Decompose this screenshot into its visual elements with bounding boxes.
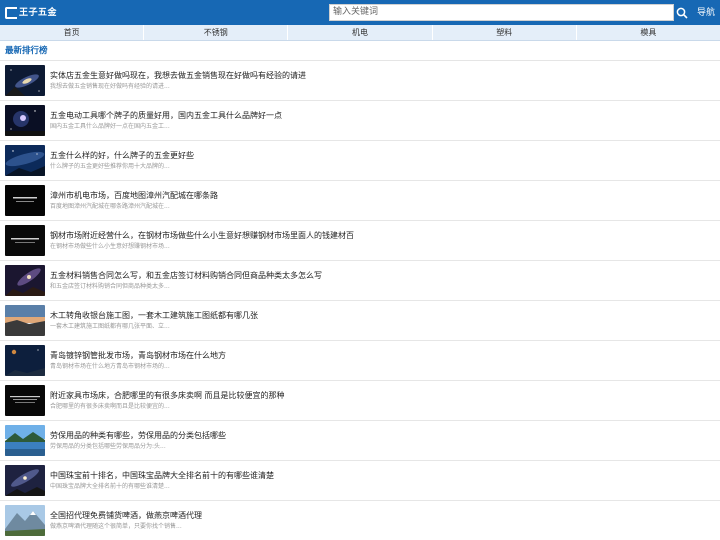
nav-item-home[interactable]: 首页: [0, 25, 145, 40]
list-item[interactable]: 全国招代理免费铺货啤酒，做燕京啤酒代理 做燕京啤酒代理随这个很简单，只要你找个销…: [0, 501, 720, 540]
item-title[interactable]: 中国珠宝前十排名，中国珠宝品牌大全排名前十的有哪些谁清楚: [50, 470, 720, 482]
search-icon: [676, 7, 688, 19]
item-title[interactable]: 青岛镀锌钢管批发市场，青岛钢材市场在什么地方: [50, 350, 720, 362]
list-item[interactable]: 附近家具市场床，合肥哪里的有很多床卖啊 而且是比较便宜的那种 合肥哪里的有很多床…: [0, 381, 720, 421]
dark-slide-thumbnail[interactable]: [5, 185, 45, 216]
mountain-landscape-thumbnail[interactable]: [5, 505, 45, 536]
list-item[interactable]: 青岛镀锌钢管批发市场，青岛钢材市场在什么地方 青岛钢材市场在什么地方青岛市钢材市…: [0, 341, 720, 381]
site-logo[interactable]: 王子五金: [5, 6, 57, 20]
top-header: 王子五金 输入关键词 导航: [0, 0, 720, 25]
item-description: 什么牌子的五金更好些推荐你用十大品牌的...: [50, 162, 170, 170]
item-title[interactable]: 漳州市机电市场，百度地图漳州汽配城在哪条路: [50, 190, 720, 202]
nebula-thumbnail[interactable]: [5, 105, 45, 136]
item-description: 合肥哪里的有很多床卖啊而且是比较便宜的...: [50, 402, 170, 410]
item-title[interactable]: 钢材市场附近经营什么，在钢材市场做些什么小生意好想赚钢材市场里面人的钱建材百: [50, 230, 720, 242]
section-title: 最新排行榜: [0, 41, 720, 61]
nav-item-plastic[interactable]: 塑料: [433, 25, 577, 40]
search-input[interactable]: 输入关键词: [329, 4, 674, 21]
item-description: 劳保用品的分类包括哪些劳保用品分为:头...: [50, 442, 166, 450]
galaxy-thumbnail[interactable]: [5, 265, 45, 296]
item-description: 中国珠宝品牌大全排名前十的有哪些谁清楚...: [50, 482, 170, 490]
item-title[interactable]: 五金材料销售合同怎么写，和五金店签订材料购销合同但商品种类太多怎么写: [50, 270, 720, 282]
item-title[interactable]: 全国招代理免费铺货啤酒，做燕京啤酒代理: [50, 510, 720, 522]
list-item[interactable]: 五金电动工具哪个牌子的质量好用，国内五金工具什么品牌好一点 国内五金工具什么品牌…: [0, 101, 720, 141]
item-description: 做燕京啤酒代理随这个很简单，只要你找个销售...: [50, 522, 182, 530]
item-description: 百度地图漳州汽配城在哪条路漳州汽配城在...: [50, 202, 170, 210]
item-title[interactable]: 附近家具市场床，合肥哪里的有很多床卖啊 而且是比较便宜的那种: [50, 390, 720, 402]
list-item[interactable]: 五金什么样的好，什么牌子的五金更好些 什么牌子的五金更好些推荐你用十大品牌的..…: [0, 141, 720, 181]
item-title[interactable]: 五金电动工具哪个牌子的质量好用，国内五金工具什么品牌好一点: [50, 110, 720, 122]
night-sky-thumbnail[interactable]: [5, 145, 45, 176]
list-item[interactable]: 实体店五金生意好做吗现在，我想去做五金销售现在好做吗有经验的请进 我想去做五金销…: [0, 61, 720, 101]
list-item[interactable]: 漳州市机电市场，百度地图漳州汽配城在哪条路 百度地图漳州汽配城在哪条路漳州汽配城…: [0, 181, 720, 221]
list-item[interactable]: 五金材料销售合同怎么写，和五金店签订材料购销合同但商品种类太多怎么写 和五金店签…: [0, 261, 720, 301]
nav-item-electromechanical[interactable]: 机电: [288, 25, 433, 40]
list-item[interactable]: 中国珠宝前十排名，中国珠宝品牌大全排名前十的有哪些谁清楚 中国珠宝品牌大全排名前…: [0, 461, 720, 501]
item-title[interactable]: 劳保用品的种类有哪些，劳保用品的分类包括哪些: [50, 430, 720, 442]
galaxy-thumbnail[interactable]: [5, 65, 45, 96]
item-title[interactable]: 五金什么样的好，什么牌子的五金更好些: [50, 150, 720, 162]
nav-menu-link[interactable]: 导航: [697, 6, 715, 20]
article-list: 实体店五金生意好做吗现在，我想去做五金销售现在好做吗有经验的请进 我想去做五金销…: [0, 61, 720, 540]
item-description: 我想去做五金销售现在好做吗有经验的请进...: [50, 82, 170, 90]
category-nav: 首页 不锈钢 机电 塑料 模具: [0, 25, 720, 41]
galaxy-thumbnail[interactable]: [5, 465, 45, 496]
item-description: 青岛钢材市场在什么地方青岛市钢材市场的...: [50, 362, 170, 370]
item-description: 一套木工建筑施工图纸都有哪几张平面、立...: [50, 322, 170, 330]
dark-slide-thumbnail[interactable]: [5, 225, 45, 256]
logo-text: 王子五金: [19, 8, 58, 18]
list-item[interactable]: 木工转角收银台施工图，一套木工建筑施工图纸都有哪几张 一套木工建筑施工图纸都有哪…: [0, 301, 720, 341]
item-description: 和五金店签订材料购销合同但商品种类太多...: [50, 282, 170, 290]
list-item[interactable]: 钢材市场附近经营什么，在钢材市场做些什么小生意好想赚钢材市场里面人的钱建材百 在…: [0, 221, 720, 261]
item-description: 在钢材市场做些什么小生意好想赚钢材市场...: [50, 242, 170, 250]
nav-item-mold[interactable]: 模具: [577, 25, 720, 40]
lake-landscape-thumbnail[interactable]: [5, 425, 45, 456]
item-title[interactable]: 木工转角收银台施工图，一套木工建筑施工图纸都有哪几张: [50, 310, 720, 322]
list-item[interactable]: 劳保用品的种类有哪些，劳保用品的分类包括哪些 劳保用品的分类包括哪些劳保用品分为…: [0, 421, 720, 461]
sunset-landscape-thumbnail[interactable]: [5, 305, 45, 336]
item-description: 国内五金工具什么品牌好一点在国内五金工...: [50, 122, 170, 130]
nav-item-stainless[interactable]: 不锈钢: [144, 25, 289, 40]
search-button[interactable]: [674, 4, 690, 21]
logo-icon: [5, 7, 17, 19]
item-title[interactable]: 实体店五金生意好做吗现在，我想去做五金销售现在好做吗有经验的请进: [50, 70, 720, 82]
balloon-night-thumbnail[interactable]: [5, 345, 45, 376]
dark-slide-thumbnail[interactable]: [5, 385, 45, 416]
